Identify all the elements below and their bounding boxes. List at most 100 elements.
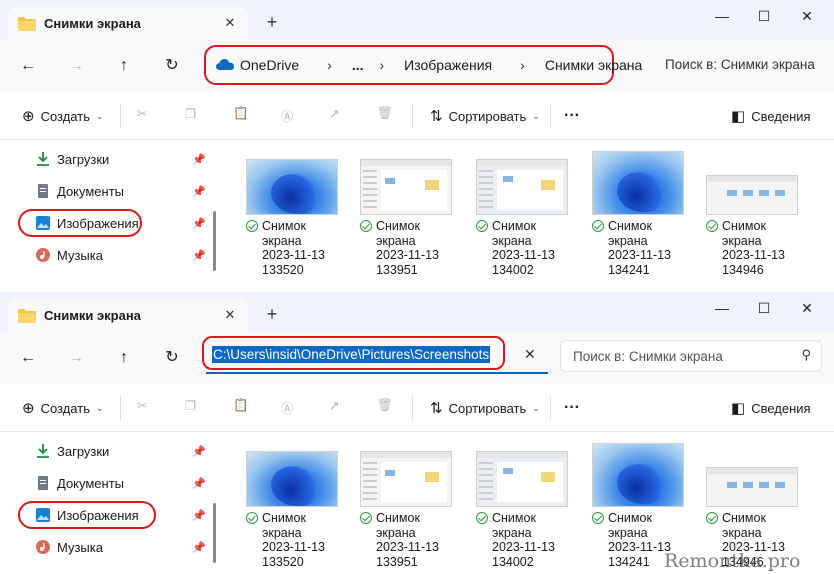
sidebar-item-music[interactable]: Музыка xyxy=(36,244,103,266)
forward-button[interactable]: → xyxy=(65,55,87,77)
sidebar-item-documents[interactable]: Документы xyxy=(36,180,124,202)
paste-icon[interactable]: 📋 xyxy=(233,106,253,126)
thumbnail xyxy=(360,451,452,507)
refresh-button[interactable]: ↻ xyxy=(161,347,183,369)
sidebar-item-music[interactable]: Музыка xyxy=(36,536,103,558)
minimize-button[interactable]: — xyxy=(712,298,732,318)
sidebar-item-label: Музыка xyxy=(57,539,103,555)
rename-icon[interactable]: Ⓐ xyxy=(281,398,301,418)
sidebar-item-downloads[interactable]: Загрузки xyxy=(36,440,109,462)
create-button[interactable]: ⊕ Создать ⌄ xyxy=(22,397,104,419)
sort-label: Сортировать xyxy=(448,108,527,124)
search-icon[interactable]: ⚲ xyxy=(801,347,811,363)
sidebar-item-images[interactable]: Изображения xyxy=(36,504,139,526)
file-item[interactable]: Снимок экрана 2023-11-13 133951 xyxy=(360,451,460,569)
close-tab-icon[interactable]: ✕ xyxy=(222,307,238,323)
close-tab-icon[interactable]: ✕ xyxy=(222,15,238,31)
file-name-line: Снимок xyxy=(376,219,420,233)
search-field[interactable]: Поиск в: Снимки экрана xyxy=(665,57,815,72)
file-item[interactable]: Снимок экрана 2023-11-13 133520 xyxy=(246,159,346,277)
pin-icon[interactable]: 📌 xyxy=(192,185,206,198)
toolbar-divider xyxy=(412,104,413,128)
file-name-line: экрана xyxy=(608,525,648,540)
address-bar: ← → ↑ ↻ C:\Users\insid\OneDrive\Pictures… xyxy=(0,332,834,384)
copy-icon[interactable]: ❐ xyxy=(185,398,205,418)
more-options-button[interactable]: ··· xyxy=(564,397,580,419)
new-tab-button[interactable]: + xyxy=(262,12,282,32)
forward-button[interactable]: → xyxy=(65,347,87,369)
more-options-button[interactable]: ··· xyxy=(564,105,580,127)
sync-check-icon xyxy=(476,512,488,524)
maximize-button[interactable]: ☐ xyxy=(754,298,774,318)
details-pane-icon: ◧ xyxy=(731,108,746,125)
breadcrumb[interactable]: OneDrive › ... › Изображения › Снимки эк… xyxy=(204,45,642,85)
file-item[interactable]: Снимок экрана 2023-11-13 133951 xyxy=(360,159,460,277)
file-name-line: экрана xyxy=(722,233,762,248)
pin-icon[interactable]: 📌 xyxy=(192,541,206,554)
share-icon[interactable]: ↗ xyxy=(329,398,349,418)
copy-icon[interactable]: ❐ xyxy=(185,106,205,126)
cut-icon[interactable]: ✂ xyxy=(137,106,157,126)
delete-icon[interactable]: 🗑 xyxy=(377,106,397,126)
pin-icon[interactable]: 📌 xyxy=(192,445,206,458)
breadcrumb-screenshots[interactable]: Снимки экрана xyxy=(545,57,642,73)
pin-icon[interactable]: 📌 xyxy=(192,477,206,490)
cut-icon[interactable]: ✂ xyxy=(137,398,157,418)
sort-button[interactable]: ⇅ Сортировать ⌄ xyxy=(430,397,540,419)
delete-icon[interactable]: 🗑 xyxy=(377,398,397,418)
document-icon xyxy=(36,476,50,490)
paste-icon[interactable]: 📋 xyxy=(233,398,253,418)
breadcrumb-ellipsis[interactable]: ... xyxy=(352,57,364,73)
breadcrumb-images[interactable]: Изображения xyxy=(404,57,492,73)
details-button[interactable]: ◧ Сведения xyxy=(731,105,811,127)
rename-icon[interactable]: Ⓐ xyxy=(281,106,301,126)
sidebar-scrollbar[interactable] xyxy=(213,211,216,271)
sidebar-item-downloads[interactable]: Загрузки xyxy=(36,148,109,170)
selected-path-text[interactable]: C:\Users\insid\OneDrive\Pictures\Screens… xyxy=(212,346,491,363)
sort-label: Сортировать xyxy=(448,400,527,416)
share-icon[interactable]: ↗ xyxy=(329,106,349,126)
file-name-line: 2023-11-13 xyxy=(492,540,556,554)
chevron-right-icon[interactable]: › xyxy=(520,57,525,73)
back-button[interactable]: ← xyxy=(17,55,39,77)
sidebar-item-images[interactable]: Изображения xyxy=(36,212,139,234)
up-button[interactable]: ↑ xyxy=(113,55,135,77)
pin-icon[interactable]: 📌 xyxy=(192,153,206,166)
address-input[interactable]: C:\Users\insid\OneDrive\Pictures\Screens… xyxy=(202,336,548,374)
maximize-button[interactable]: ☐ xyxy=(754,6,774,26)
pin-icon[interactable]: 📌 xyxy=(192,509,206,522)
back-button[interactable]: ← xyxy=(17,347,39,369)
pin-icon[interactable]: 📌 xyxy=(192,249,206,262)
file-name-line: 134002 xyxy=(492,262,534,277)
sidebar-item-documents[interactable]: Документы xyxy=(36,472,124,494)
minimize-button[interactable]: — xyxy=(712,6,732,26)
sidebar-item-label: Изображения xyxy=(57,215,139,231)
chevron-right-icon[interactable]: › xyxy=(327,57,332,73)
tab-screenshots[interactable]: Снимки экрана ✕ xyxy=(8,7,248,40)
sidebar-item-label: Загрузки xyxy=(57,443,110,459)
file-name-line: 134946 xyxy=(722,262,764,277)
search-input[interactable]: Поиск в: Снимки экрана ⚲ xyxy=(560,340,822,372)
new-tab-button[interactable]: + xyxy=(262,304,282,324)
create-button[interactable]: ⊕ Создать ⌄ xyxy=(22,105,104,127)
up-button[interactable]: ↑ xyxy=(113,347,135,369)
sidebar-scrollbar[interactable] xyxy=(213,503,216,563)
clear-icon[interactable]: ✕ xyxy=(524,346,536,363)
details-button[interactable]: ◧ Сведения xyxy=(731,397,811,419)
file-item[interactable]: Снимок экрана 2023-11-13 134002 xyxy=(476,159,576,277)
refresh-button[interactable]: ↻ xyxy=(161,55,183,77)
navigation-pane: Загрузки 📌 Документы 📌 Изображения 📌 Муз… xyxy=(0,141,222,286)
chevron-right-icon[interactable]: › xyxy=(379,57,384,73)
breadcrumb-onedrive[interactable]: OneDrive xyxy=(240,57,299,73)
sort-button[interactable]: ⇅ Сортировать ⌄ xyxy=(430,105,540,127)
file-name-line: экрана xyxy=(492,525,532,540)
file-item[interactable]: Снимок экрана 2023-11-13 134946 xyxy=(706,159,806,277)
file-item[interactable]: Снимок экрана 2023-11-13 134002 xyxy=(476,451,576,569)
close-window-button[interactable]: ✕ xyxy=(797,6,817,26)
pin-icon[interactable]: 📌 xyxy=(192,217,206,230)
close-window-button[interactable]: ✕ xyxy=(797,298,817,318)
file-item[interactable]: Снимок экрана 2023-11-13 133520 xyxy=(246,451,346,569)
details-label: Сведения xyxy=(751,108,811,124)
file-item[interactable]: Снимок экрана 2023-11-13 134241 xyxy=(592,151,692,277)
tab-screenshots[interactable]: Снимки экрана ✕ xyxy=(8,299,248,332)
